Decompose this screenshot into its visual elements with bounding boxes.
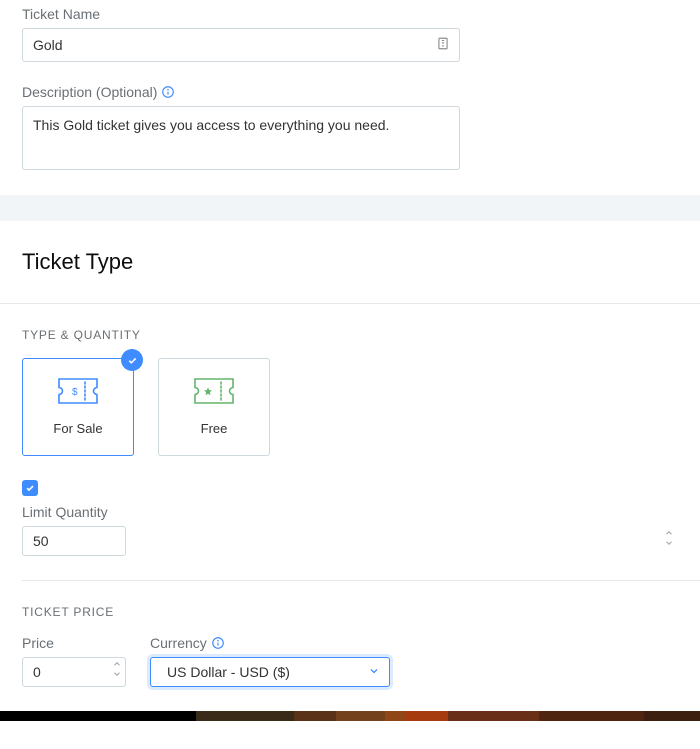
ticket-price-label: TICKET PRICE [0,581,700,635]
ticket-name-input[interactable] [22,28,460,62]
stepper-up[interactable] [112,659,122,669]
stepper-down[interactable] [112,669,122,679]
info-icon[interactable] [211,636,225,650]
ticket-name-label: Ticket Name [22,6,678,22]
description-input[interactable]: This Gold ticket gives you access to eve… [22,106,460,170]
for-sale-label: For Sale [53,421,102,436]
description-label-text: Description (Optional) [22,84,157,100]
stepper-up[interactable] [664,528,674,538]
ticket-star-icon [194,378,234,407]
type-quantity-label: TYPE & QUANTITY [0,304,700,358]
limit-quantity-checkbox[interactable] [22,480,38,496]
quantity-stepper [664,528,674,548]
section-divider [0,195,700,221]
currency-select[interactable]: US Dollar - USD ($) [150,657,390,687]
limit-quantity-label: Limit Quantity [22,504,678,520]
for-sale-option[interactable]: $ For Sale [22,358,134,456]
currency-label: Currency [150,635,390,651]
ticket-type-heading: Ticket Type [0,221,700,303]
price-label: Price [22,635,126,651]
free-option[interactable]: Free [158,358,270,456]
svg-text:$: $ [72,387,78,398]
info-icon[interactable] [161,85,175,99]
ticket-dollar-icon: $ [58,378,98,407]
limit-quantity-input[interactable] [22,526,126,556]
selected-badge [121,349,143,371]
price-stepper [112,659,122,679]
price-input[interactable] [22,657,126,687]
stepper-down[interactable] [664,538,674,548]
bottom-decorative-bar [0,711,700,721]
free-label: Free [201,421,228,436]
currency-label-text: Currency [150,635,207,651]
description-label: Description (Optional) [22,84,678,100]
